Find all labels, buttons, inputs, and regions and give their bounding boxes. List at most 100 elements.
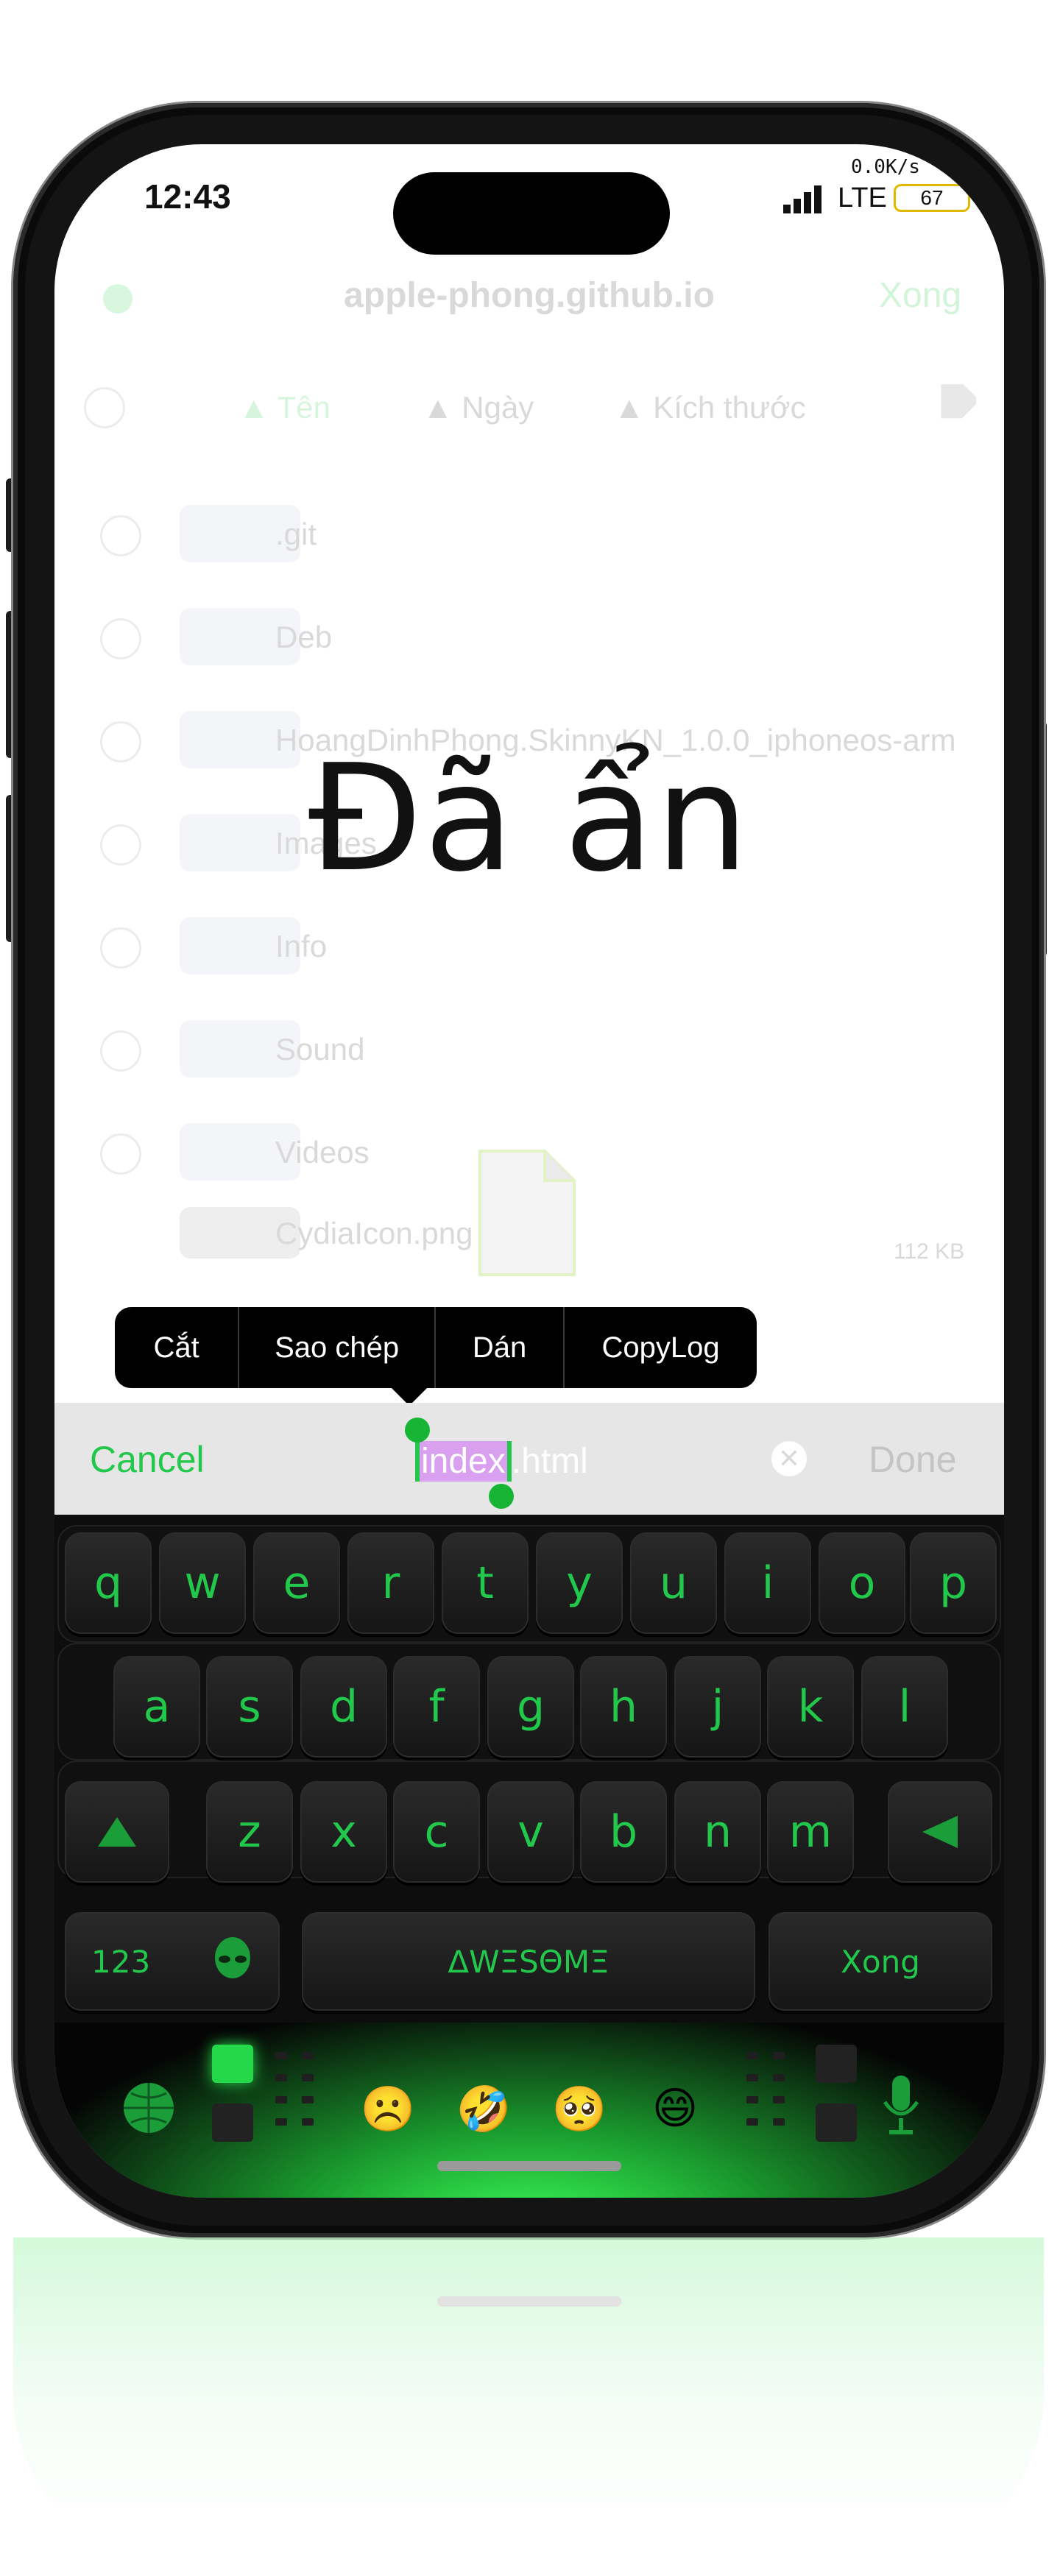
emoji-grin[interactable]: 😄 xyxy=(648,2081,702,2136)
key-x[interactable]: x xyxy=(300,1781,387,1883)
key-f[interactable]: f xyxy=(393,1656,480,1758)
browser-done-button[interactable]: Xong xyxy=(879,275,961,316)
edit-context-menu: Cắt Sao chép Dán CopyLog xyxy=(115,1307,757,1388)
filename-input[interactable]: index .html xyxy=(415,1437,588,1485)
key-z[interactable]: z xyxy=(206,1781,293,1883)
key-o[interactable]: o xyxy=(819,1532,905,1634)
globe-icon[interactable] xyxy=(121,2080,177,2136)
delete-key[interactable] xyxy=(888,1781,992,1883)
sort-name[interactable]: ▲ Tên xyxy=(239,390,331,425)
file-radio[interactable] xyxy=(100,618,141,659)
clear-text-icon[interactable]: ✕ xyxy=(771,1441,807,1476)
selection-handle-end[interactable] xyxy=(489,1484,514,1509)
led-indicator-on xyxy=(212,2045,253,2083)
speaker-grill-dot xyxy=(773,2074,785,2081)
microphone-icon[interactable] xyxy=(879,2073,923,2139)
key-h[interactable]: h xyxy=(580,1656,667,1758)
done-button[interactable]: Done xyxy=(869,1438,957,1481)
key-q[interactable]: q xyxy=(65,1532,152,1634)
shift-key[interactable] xyxy=(65,1781,169,1883)
file-row-0[interactable]: .git xyxy=(54,489,1004,577)
document-icon xyxy=(477,1148,577,1278)
key-v[interactable]: v xyxy=(487,1781,574,1883)
sort-name-label: Tên xyxy=(277,390,331,425)
file-row-5[interactable]: Sound xyxy=(54,1004,1004,1092)
status-time: 12:43 xyxy=(144,177,231,216)
key-d[interactable]: d xyxy=(300,1656,387,1758)
file-radio[interactable] xyxy=(100,927,141,969)
speaker-grill-dot xyxy=(275,2074,287,2081)
keyboard-glow-panel xyxy=(54,2023,1004,2198)
home-indicator xyxy=(437,2161,621,2171)
menu-copy[interactable]: Sao chép xyxy=(239,1307,437,1388)
file-name: Info xyxy=(275,929,328,963)
file-radio[interactable] xyxy=(100,1030,141,1072)
menu-copylog[interactable]: CopyLog xyxy=(565,1307,757,1388)
led-indicator-off xyxy=(212,2103,253,2142)
key-w[interactable]: w xyxy=(159,1532,246,1634)
key-y[interactable]: y xyxy=(536,1532,623,1634)
speaker-grill-dot xyxy=(302,2096,314,2103)
key-l[interactable]: l xyxy=(861,1656,948,1758)
speaker-grill-dot xyxy=(746,2118,758,2126)
key-t[interactable]: t xyxy=(442,1532,529,1634)
speaker-grill-dot xyxy=(773,2096,785,2103)
key-p[interactable]: p xyxy=(910,1532,997,1634)
speaker-grill-dot xyxy=(746,2074,758,2081)
key-m[interactable]: m xyxy=(767,1781,854,1883)
key-n[interactable]: n xyxy=(674,1781,761,1883)
alien-icon xyxy=(215,1937,250,1978)
sort-size[interactable]: ▲ Kích thước xyxy=(614,390,806,425)
file-name: .git xyxy=(275,517,317,551)
file-radio[interactable] xyxy=(100,515,141,556)
emoji-frowning[interactable]: ☹️ xyxy=(361,2081,416,2136)
battery-icon: 67 xyxy=(894,184,970,212)
sort-date[interactable]: ▲ Ngày xyxy=(423,390,534,425)
key-s[interactable]: s xyxy=(206,1656,293,1758)
key-b[interactable]: b xyxy=(580,1781,667,1883)
emoji-pleading[interactable]: 🥺 xyxy=(552,2081,607,2136)
speaker-grill-dot xyxy=(302,2074,314,2081)
keyboard: q w e r t y u i o p a s d f g h j k l z … xyxy=(54,1515,1004,2198)
led-indicator-off xyxy=(816,2045,857,2083)
key-j[interactable]: j xyxy=(674,1656,761,1758)
sort-size-label: Kích thước xyxy=(653,390,806,425)
tag-icon[interactable] xyxy=(929,383,980,425)
key-c[interactable]: c xyxy=(393,1781,480,1883)
selected-text: index xyxy=(415,1440,512,1482)
speaker-grill-dot xyxy=(302,2052,314,2059)
key-e[interactable]: e xyxy=(253,1532,340,1634)
network-speed: 0.0K/s xyxy=(851,156,920,178)
hidden-overlay-text: Đã ẩn xyxy=(308,733,751,905)
key-a[interactable]: a xyxy=(113,1656,200,1758)
emoji-rofl[interactable]: 🤣 xyxy=(456,2081,512,2136)
file-row-1[interactable]: Deb xyxy=(54,592,1004,680)
file-name: Videos xyxy=(275,1135,370,1170)
key-k[interactable]: k xyxy=(767,1656,854,1758)
key-r[interactable]: r xyxy=(347,1532,434,1634)
key-g[interactable]: g xyxy=(487,1656,574,1758)
file-radio[interactable] xyxy=(100,1133,141,1175)
menu-paste[interactable]: Dán xyxy=(436,1307,565,1388)
return-key[interactable]: Xong xyxy=(768,1912,992,2011)
numbers-key-label: 123 xyxy=(91,1943,151,1980)
space-key[interactable]: ΔWΞSΘMΞ xyxy=(302,1912,755,2011)
file-row-4[interactable]: Info xyxy=(54,901,1004,989)
menu-cut[interactable]: Cắt xyxy=(115,1307,240,1388)
speaker-grill-dot xyxy=(773,2118,785,2126)
file-name: Sound xyxy=(275,1032,365,1066)
file-name: Deb xyxy=(275,620,333,654)
unselected-text: .html xyxy=(511,1441,588,1481)
cancel-button[interactable]: Cancel xyxy=(90,1438,205,1481)
network-type: LTE xyxy=(838,183,887,213)
rename-bar: Cancel index .html ✕ Done xyxy=(54,1403,1004,1515)
battery-level: 67 xyxy=(920,186,944,209)
key-u[interactable]: u xyxy=(630,1532,717,1634)
selection-handle-start[interactable] xyxy=(405,1418,430,1443)
delete-left-icon xyxy=(922,1816,958,1848)
select-all-radio[interactable] xyxy=(84,387,125,428)
numbers-key[interactable]: 123 xyxy=(65,1912,280,2011)
screen: 12:43 0.0K/s LTE 67 apple-phong.github.i… xyxy=(54,144,1004,2198)
signal-icon xyxy=(783,185,827,213)
key-i[interactable]: i xyxy=(724,1532,811,1634)
